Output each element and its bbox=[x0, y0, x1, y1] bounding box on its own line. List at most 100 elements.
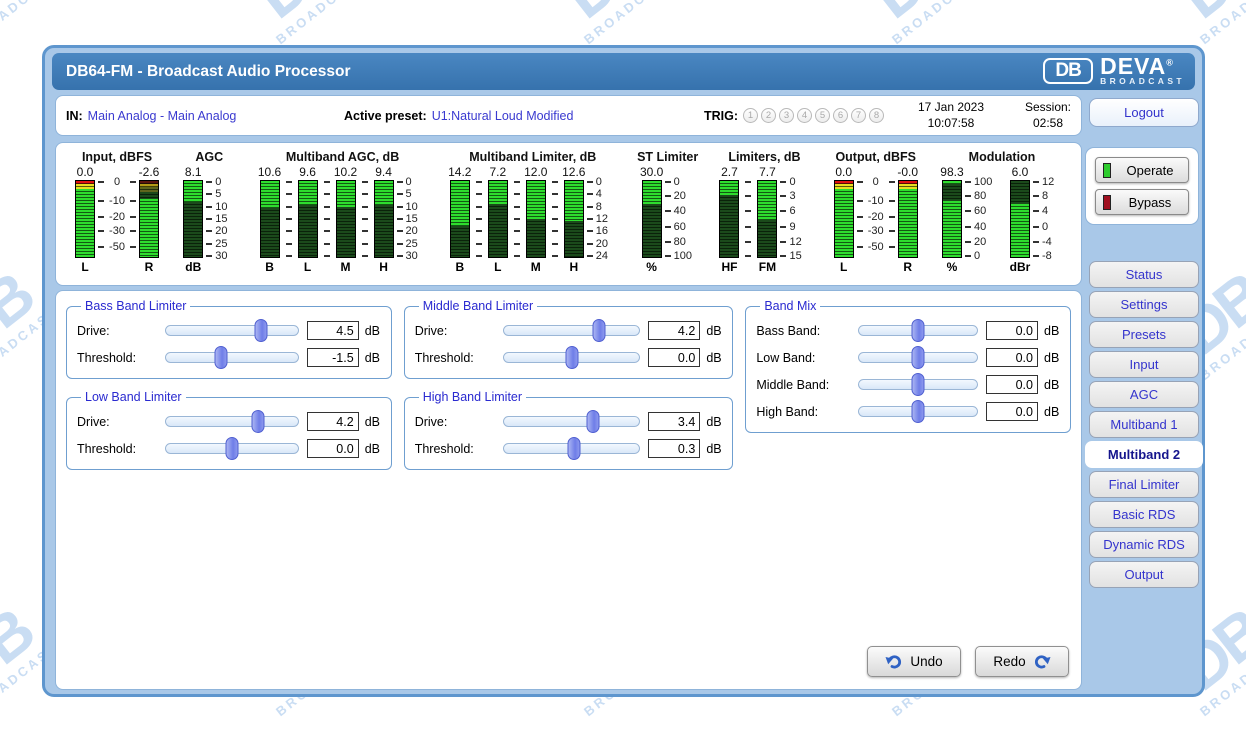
middle-band-limiter-threshold-value-input[interactable]: 0.0 bbox=[648, 348, 700, 367]
sidebar-item-basic-rds[interactable]: Basic RDS bbox=[1089, 501, 1199, 528]
sidebar-item-dynamic-rds[interactable]: Dynamic RDS bbox=[1089, 531, 1199, 558]
band-mix-middle-band-slider-thumb[interactable] bbox=[912, 373, 925, 396]
sidebar-item-multiband-2[interactable]: Multiband 2 bbox=[1085, 441, 1203, 468]
sidebar-item-settings[interactable]: Settings bbox=[1089, 291, 1199, 318]
meter-scale: 020406080100 bbox=[665, 180, 697, 258]
tick-dash bbox=[1033, 195, 1039, 197]
tick-dash bbox=[552, 243, 558, 245]
band-mix-low-band-slider-thumb[interactable] bbox=[912, 346, 925, 369]
meter-bar-label: L bbox=[81, 258, 88, 274]
bypass-label: Bypass bbox=[1119, 195, 1181, 210]
scale-tick: 4 bbox=[587, 188, 619, 200]
band-mix-middle-band-value-input[interactable]: 0.0 bbox=[986, 375, 1038, 394]
high-band-limiter-threshold-value-input[interactable]: 0.3 bbox=[648, 439, 700, 458]
band-mix-low-band-value-input[interactable]: 0.0 bbox=[986, 348, 1038, 367]
deva-db-badge-icon: DB bbox=[1043, 58, 1093, 84]
scale-tick: 0 bbox=[965, 250, 997, 262]
band-mix-bass-band-slider-thumb[interactable] bbox=[912, 319, 925, 342]
sidebar-item-multiband-1[interactable]: Multiband 1 bbox=[1089, 411, 1199, 438]
bass-band-limiter-drive-slider[interactable] bbox=[165, 325, 299, 336]
trig-button-6[interactable]: 6 bbox=[833, 108, 848, 123]
low-band-limiter-threshold-slider-thumb[interactable] bbox=[225, 437, 238, 460]
tick-dash bbox=[476, 193, 482, 195]
high-band-limiter-drive-value-input[interactable]: 3.4 bbox=[648, 412, 700, 431]
tick-dash bbox=[965, 241, 971, 243]
scale-tick bbox=[359, 255, 371, 257]
trig-button-1[interactable]: 1 bbox=[743, 108, 758, 123]
scale-label: 0 bbox=[114, 176, 120, 188]
meter-row: 10.6B9.6L10.2M9.4H051015202530 bbox=[257, 165, 429, 274]
scale-label: 25 bbox=[406, 238, 418, 250]
redo-icon bbox=[1033, 654, 1051, 669]
scale-tick: 8 bbox=[587, 201, 619, 213]
band-mix-low-band-slider[interactable] bbox=[858, 352, 978, 363]
band-mix-high-band-value-input[interactable]: 0.0 bbox=[986, 402, 1038, 421]
redo-button[interactable]: Redo bbox=[975, 646, 1069, 677]
trig-button-8[interactable]: 8 bbox=[869, 108, 884, 123]
low-band-limiter-drive-value-input[interactable]: 4.2 bbox=[307, 412, 359, 431]
sidebar-item-input[interactable]: Input bbox=[1089, 351, 1199, 378]
meter-bar-l bbox=[488, 180, 508, 258]
bass-band-limiter-drive-label: Drive: bbox=[77, 324, 163, 338]
trig-button-5[interactable]: 5 bbox=[815, 108, 830, 123]
bass-band-limiter-threshold-slider[interactable] bbox=[165, 352, 299, 363]
band-mix-bass-band-value-input[interactable]: 0.0 bbox=[986, 321, 1038, 340]
trig-button-4[interactable]: 4 bbox=[797, 108, 812, 123]
scale-label: 12 bbox=[789, 236, 801, 248]
logout-button[interactable]: Logout bbox=[1089, 98, 1199, 127]
high-band-limiter-threshold-slider-thumb[interactable] bbox=[568, 437, 581, 460]
middle-band-limiter-drive-slider-thumb[interactable] bbox=[592, 319, 605, 342]
high-band-limiter-threshold-slider[interactable] bbox=[503, 443, 641, 454]
band-mix-bass-band-slider[interactable] bbox=[858, 325, 978, 336]
trig-button-3[interactable]: 3 bbox=[779, 108, 794, 123]
meter-peak-value: 8.1 bbox=[185, 165, 202, 180]
meter-col: 98.3% bbox=[939, 165, 965, 274]
sidebar-item-status[interactable]: Status bbox=[1089, 261, 1199, 288]
scale-tick bbox=[283, 181, 295, 183]
bypass-button[interactable]: Bypass bbox=[1095, 189, 1189, 215]
sidebar-item-final-limiter[interactable]: Final Limiter bbox=[1089, 471, 1199, 498]
low-band-limiter-drive-slider-thumb[interactable] bbox=[252, 410, 265, 433]
bass-band-limiter-threshold-slider-thumb[interactable] bbox=[215, 346, 228, 369]
sidebar-item-output[interactable]: Output bbox=[1089, 561, 1199, 588]
middle-band-limiter-threshold-slider[interactable] bbox=[503, 352, 641, 363]
operate-button[interactable]: Operate bbox=[1095, 157, 1189, 183]
high-band-limiter-threshold-unit-label: dB bbox=[700, 442, 722, 456]
meter-zone-green bbox=[527, 181, 545, 219]
scale-label: 0 bbox=[974, 250, 980, 262]
meter-group-output-dbfs: Output, dBFS0.0L0-10-20-30-50-0.0R bbox=[831, 150, 921, 274]
scale-label: 10 bbox=[215, 201, 227, 213]
band-mix-middle-band-slider[interactable] bbox=[858, 379, 978, 390]
trig-button-2[interactable]: 2 bbox=[761, 108, 776, 123]
sidebar-item-presets[interactable]: Presets bbox=[1089, 321, 1199, 348]
band-mix-high-band-slider[interactable] bbox=[858, 406, 978, 417]
high-band-limiter-drive-slider-thumb[interactable] bbox=[587, 410, 600, 433]
meter-bar-label: H bbox=[569, 258, 578, 274]
scale-tick: 20 bbox=[665, 190, 697, 202]
middle-band-limiter-drive-slider[interactable] bbox=[503, 325, 641, 336]
bass-band-limiter-drive-slider-thumb[interactable] bbox=[254, 319, 267, 342]
low-band-limiter-threshold-value-input[interactable]: 0.0 bbox=[307, 439, 359, 458]
scale-label: 4 bbox=[1042, 205, 1048, 217]
meter-zone-green bbox=[489, 181, 507, 204]
scale-tick: 3 bbox=[780, 190, 812, 202]
band-mix-high-band-slider-thumb[interactable] bbox=[912, 400, 925, 423]
low-band-limiter-threshold-slider[interactable] bbox=[165, 443, 299, 454]
meter-scale: 12840-4-8 bbox=[1033, 180, 1065, 258]
high-band-limiter-drive-slider[interactable] bbox=[503, 416, 641, 427]
trig-button-7[interactable]: 7 bbox=[851, 108, 866, 123]
sidebar-item-agc[interactable]: AGC bbox=[1089, 381, 1199, 408]
middle-band-limiter-drive-value-input[interactable]: 4.2 bbox=[648, 321, 700, 340]
bass-band-limiter-drive-value-input[interactable]: 4.5 bbox=[307, 321, 359, 340]
meter-peak-value: -0.0 bbox=[897, 165, 918, 180]
registered-mark: ® bbox=[1166, 57, 1174, 67]
tick-dash bbox=[206, 193, 212, 195]
undo-button[interactable]: Undo bbox=[867, 646, 961, 677]
bass-band-limiter-threshold-value-input[interactable]: -1.5 bbox=[307, 348, 359, 367]
meter-ticks bbox=[359, 180, 371, 258]
meter-title: AGC bbox=[195, 150, 223, 164]
undo-label: Undo bbox=[910, 654, 942, 669]
middle-band-limiter-threshold-slider-thumb[interactable] bbox=[565, 346, 578, 369]
low-band-limiter-drive-slider[interactable] bbox=[165, 416, 299, 427]
tick-dash bbox=[1033, 226, 1039, 228]
